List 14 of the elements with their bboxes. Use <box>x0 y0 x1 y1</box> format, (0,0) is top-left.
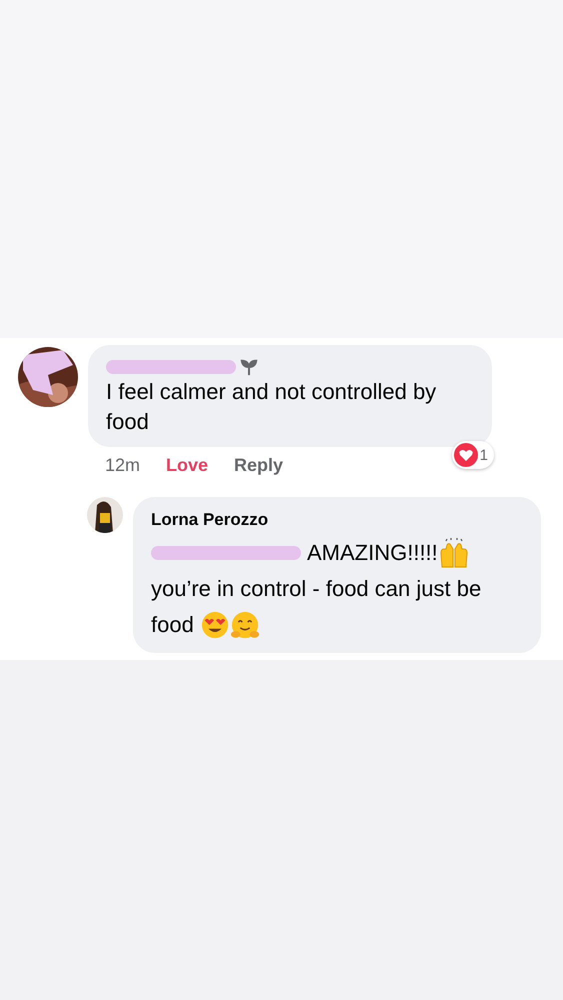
heart-eyes-face-icon <box>200 610 230 640</box>
hugging-face-icon <box>230 610 260 640</box>
reply-link[interactable]: Reply <box>234 454 284 476</box>
reply-text: AMAZING!!!!! <box>307 539 438 567</box>
reaction-badge[interactable]: 1 <box>452 441 494 469</box>
sprout-icon <box>240 358 258 376</box>
comment-text: I feel calmer and not controlled by food <box>106 378 438 436</box>
raising-hands-icon <box>438 537 470 569</box>
reply-text: food <box>151 611 195 639</box>
author-name[interactable]: Lorna Perozzo <box>151 509 527 531</box>
love-link[interactable]: Love <box>166 454 208 476</box>
reaction-count: 1 <box>480 446 488 464</box>
reply-text: you’re in control - food can just be <box>151 575 482 603</box>
comment-time: 12m <box>105 454 140 476</box>
